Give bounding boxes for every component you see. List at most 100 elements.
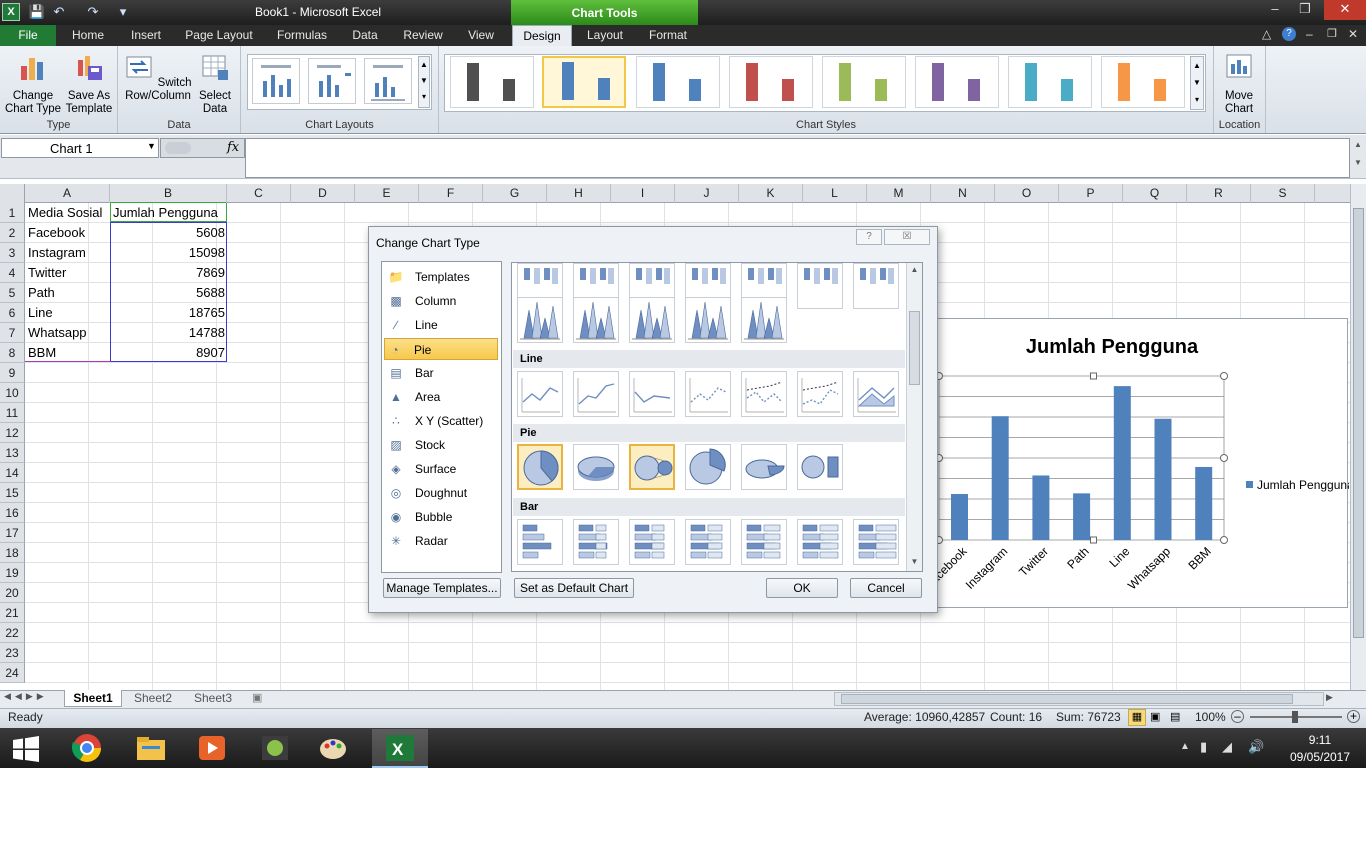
- tab-data[interactable]: Data: [342, 25, 388, 46]
- subtype-cone-1[interactable]: [517, 297, 563, 343]
- tab-review[interactable]: Review: [396, 25, 450, 46]
- cell-a5[interactable]: Path: [28, 283, 112, 303]
- chart-category-stock[interactable]: ▨ Stock: [386, 434, 498, 456]
- row-header-6[interactable]: 6: [0, 303, 25, 323]
- plot-area-handle[interactable]: [1090, 536, 1097, 544]
- tab-view[interactable]: View: [458, 25, 504, 46]
- column-header-a[interactable]: A: [25, 184, 110, 203]
- subtype-cone-2[interactable]: [573, 297, 619, 343]
- column-header-h[interactable]: H: [547, 184, 611, 203]
- zoom-in-icon[interactable]: +: [1347, 710, 1360, 723]
- row-header-8[interactable]: 8: [0, 343, 25, 363]
- sheet-tab-3[interactable]: Sheet3: [184, 690, 242, 707]
- chart-style-option-6[interactable]: [915, 56, 999, 108]
- embedded-chart[interactable]: Jumlah Pengguna Facebook Instagram Twitter P…: [922, 318, 1354, 608]
- media-player-icon[interactable]: [195, 732, 229, 764]
- chart-bar-line[interactable]: [1113, 386, 1131, 540]
- row-header-16[interactable]: 16: [0, 503, 25, 523]
- tab-formulas[interactable]: Formulas: [268, 25, 336, 46]
- chart-category-pie[interactable]: ◔ Pie: [384, 338, 498, 360]
- row-header-5[interactable]: 5: [0, 283, 25, 303]
- save-icon[interactable]: 💾: [28, 3, 46, 21]
- layout-option-1[interactable]: [252, 58, 300, 104]
- normal-view-icon[interactable]: ▦: [1128, 709, 1146, 726]
- row-header-4[interactable]: 4: [0, 263, 25, 283]
- subtype-3d-column-7[interactable]: [853, 263, 899, 309]
- cell-a8[interactable]: BBM: [28, 343, 112, 363]
- row-header-12[interactable]: 12: [0, 423, 25, 443]
- chart-category-bar[interactable]: ▤ Bar: [386, 362, 498, 384]
- cell-b6[interactable]: 18765: [112, 303, 225, 323]
- subtype-line-1[interactable]: [517, 371, 563, 417]
- column-header-p[interactable]: P: [1059, 184, 1123, 203]
- cell-b5[interactable]: 5688: [112, 283, 225, 303]
- subtype-pie-2[interactable]: [573, 444, 619, 490]
- subtype-pie-4[interactable]: [685, 444, 731, 490]
- chart-bar-bbm[interactable]: [1195, 466, 1213, 540]
- chart-category-column[interactable]: ▩ Column: [386, 290, 498, 312]
- excel-taskbar-button[interactable]: X: [372, 729, 428, 768]
- subtype-bar-6[interactable]: [797, 519, 843, 565]
- tab-file[interactable]: File: [0, 25, 56, 46]
- chart-title[interactable]: Jumlah Pengguna: [1026, 336, 1199, 358]
- row-header-24[interactable]: 24: [0, 663, 25, 683]
- subtype-bar-3[interactable]: [629, 519, 675, 565]
- doc-close-icon[interactable]: ✕: [1348, 27, 1358, 41]
- plot-area-handle[interactable]: [1090, 372, 1097, 380]
- cell-b1[interactable]: Jumlah Pengguna: [113, 203, 226, 223]
- page-layout-view-icon[interactable]: ▣: [1150, 710, 1160, 723]
- taskbar-date[interactable]: 09/05/2017: [1280, 750, 1360, 764]
- layout-option-2[interactable]: [308, 58, 356, 104]
- subtype-pie-3[interactable]: [629, 444, 675, 490]
- tab-home[interactable]: Home: [62, 25, 114, 46]
- chart-bar-whatsapp[interactable]: [1154, 418, 1172, 540]
- row-header-18[interactable]: 18: [0, 543, 25, 563]
- name-box[interactable]: Chart 1 ▼: [1, 138, 159, 158]
- cell-b8[interactable]: 8907: [112, 343, 225, 363]
- column-header-d[interactable]: D: [291, 184, 355, 203]
- page-break-view-icon[interactable]: ▤: [1170, 710, 1180, 723]
- subtype-line-7[interactable]: [853, 371, 899, 417]
- column-header-q[interactable]: Q: [1123, 184, 1187, 203]
- column-header-f[interactable]: F: [419, 184, 483, 203]
- subtype-3d-column-6[interactable]: [797, 263, 843, 309]
- cell-b3[interactable]: 15098: [112, 243, 225, 263]
- insert-function-icon[interactable]: fx: [227, 140, 239, 155]
- chart-style-option-4[interactable]: [729, 56, 813, 108]
- gallery-scroll-up-icon[interactable]: ▲: [907, 265, 922, 274]
- row-header-22[interactable]: 22: [0, 623, 25, 643]
- subtype-bar-5[interactable]: [741, 519, 787, 565]
- column-header-l[interactable]: L: [803, 184, 867, 203]
- file-explorer-icon[interactable]: [134, 732, 168, 764]
- column-header-s[interactable]: S: [1251, 184, 1315, 203]
- gallery-scrollbar[interactable]: ▲ ▼: [906, 263, 922, 571]
- name-box-dropdown-icon[interactable]: ▼: [147, 141, 156, 151]
- plot-area-handle[interactable]: [1220, 454, 1228, 462]
- column-header-g[interactable]: G: [483, 184, 547, 203]
- tab-format[interactable]: Format: [640, 25, 696, 46]
- dialog-help-button[interactable]: ?: [856, 229, 882, 245]
- taskbar-time[interactable]: 9:11: [1300, 733, 1340, 747]
- dialog-close-button[interactable]: ☒: [884, 229, 930, 245]
- column-header-j[interactable]: J: [675, 184, 739, 203]
- column-header-k[interactable]: K: [739, 184, 803, 203]
- tab-design[interactable]: Design: [512, 25, 572, 46]
- subtype-bar-7[interactable]: [853, 519, 899, 565]
- tray-expand-icon[interactable]: ▲: [1180, 741, 1190, 752]
- layouts-scroll-icon[interactable]: ▲ ▼ ▾: [418, 56, 430, 108]
- network-icon[interactable]: ◢: [1222, 739, 1232, 755]
- chart-style-option-7[interactable]: [1008, 56, 1092, 108]
- row-header-9[interactable]: 9: [0, 363, 25, 383]
- subtype-pie-5[interactable]: [741, 444, 787, 490]
- row-header-3[interactable]: 3: [0, 243, 25, 263]
- undo-icon[interactable]: ↶: [50, 3, 68, 21]
- zoom-slider-handle[interactable]: [1292, 711, 1298, 723]
- row-header-2[interactable]: 2: [0, 223, 25, 243]
- chart-style-option-3[interactable]: [636, 56, 720, 108]
- doc-minimize-icon[interactable]: –: [1306, 27, 1313, 41]
- subtype-bar-2[interactable]: [573, 519, 619, 565]
- subtype-pie-6[interactable]: [797, 444, 843, 490]
- row-header-20[interactable]: 20: [0, 583, 25, 603]
- column-header-r[interactable]: R: [1187, 184, 1251, 203]
- zoom-out-icon[interactable]: –: [1231, 710, 1244, 723]
